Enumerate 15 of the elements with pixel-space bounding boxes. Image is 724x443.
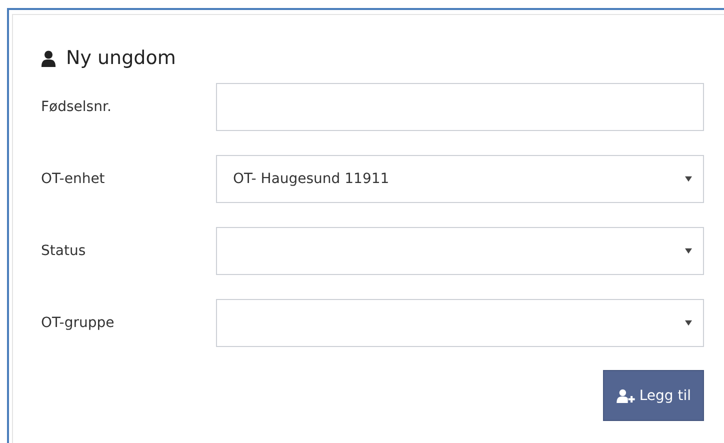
field-label: Fødselsnr. — [41, 99, 112, 115]
field-label: OT-enhet — [41, 171, 106, 187]
add-button[interactable]: Legg til — [603, 370, 704, 421]
field-label: OT-gruppe — [41, 315, 116, 331]
caret-icon — [685, 176, 692, 182]
user-icon — [41, 50, 56, 66]
dropdown-field[interactable]: OT- Haugesund 11911 — [216, 155, 704, 203]
caret-icon — [685, 320, 692, 326]
dropdown-field[interactable] — [216, 299, 704, 347]
field-label: Status — [41, 243, 87, 259]
panel-title: Ny ungdom — [66, 47, 176, 69]
input-field[interactable] — [216, 83, 704, 131]
caret-icon — [685, 248, 692, 254]
add-user-icon — [616, 388, 636, 402]
dropdown-field[interactable] — [216, 227, 704, 275]
